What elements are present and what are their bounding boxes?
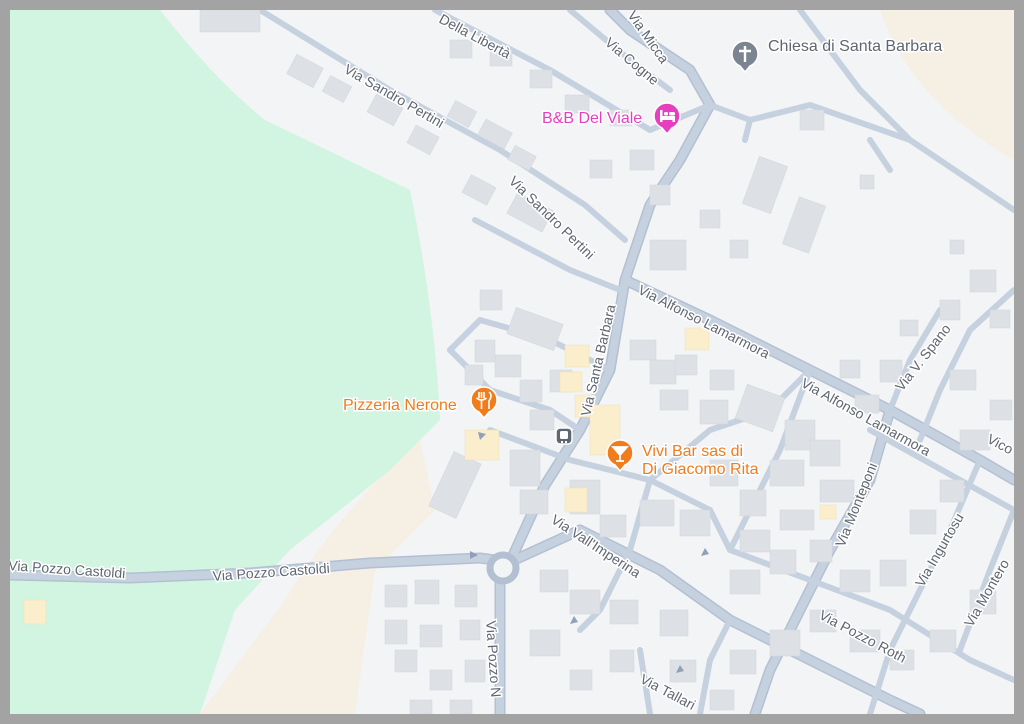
road-label-vico: Vico [985, 431, 1014, 458]
map-canvas[interactable]: Della Libertà Via Micca Via Cogne Via Sa… [10, 10, 1014, 714]
poi-label-bar-line1: Vivi Bar sas di [642, 443, 743, 460]
poi-label-church: Chiesa di Santa Barbara [768, 38, 942, 55]
roundabout [486, 551, 520, 585]
pizzeria-pin [470, 386, 498, 420]
road-label-monteponi: Via Monteponi [832, 460, 880, 549]
poi-label-bar-line2: Di Giacomo Rita [642, 461, 759, 478]
road-label-montero: Via Montero [961, 556, 1013, 629]
poi-label-pizzeria: Pizzeria Nerone [343, 397, 457, 414]
map-frame: Della Libertà Via Micca Via Cogne Via Sa… [10, 10, 1014, 714]
road-label-della-liberta: Della Libertà [437, 11, 514, 62]
poi-label-bnb: B&B Del Viale [542, 110, 642, 127]
poi-bus-stop[interactable] [555, 427, 573, 445]
